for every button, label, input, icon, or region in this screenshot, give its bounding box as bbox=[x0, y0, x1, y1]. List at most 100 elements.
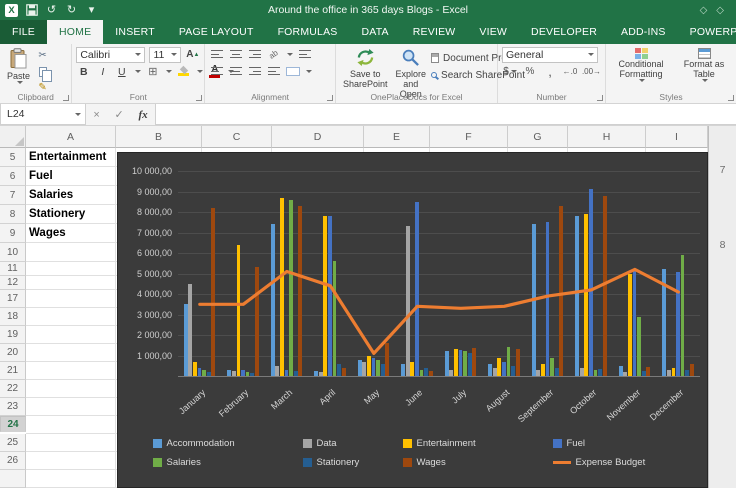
cell-A11[interactable] bbox=[26, 262, 116, 276]
styles-dialog-launcher[interactable] bbox=[728, 95, 734, 101]
align-center-button[interactable] bbox=[228, 64, 243, 79]
underline-button[interactable]: U bbox=[114, 64, 129, 79]
cell-A10[interactable] bbox=[26, 243, 116, 262]
bold-button[interactable]: B bbox=[76, 64, 91, 79]
tab-view[interactable]: VIEW bbox=[467, 20, 519, 44]
row-header-19[interactable]: 19 bbox=[0, 326, 26, 344]
row-header-6[interactable]: 6 bbox=[0, 167, 26, 186]
column-header-A[interactable]: A bbox=[26, 126, 116, 148]
row-header-23[interactable]: 23 bbox=[0, 398, 26, 416]
cell-A5[interactable]: Entertainment bbox=[26, 148, 116, 167]
redo-icon[interactable]: ↻ bbox=[65, 3, 78, 17]
cell-A17[interactable] bbox=[26, 290, 116, 308]
cell-A19[interactable] bbox=[26, 326, 116, 344]
number-dialog-launcher[interactable] bbox=[597, 95, 603, 101]
orientation-button[interactable]: ab bbox=[266, 47, 281, 62]
save-icon[interactable] bbox=[25, 3, 38, 17]
cut-button[interactable]: ✂ bbox=[35, 48, 50, 63]
number-format-select[interactable]: General bbox=[502, 46, 598, 63]
cancel-button[interactable]: × bbox=[93, 109, 99, 121]
conditional-formatting-button[interactable]: Conditional Formatting bbox=[610, 46, 672, 82]
align-right-button[interactable] bbox=[247, 64, 262, 79]
enter-button[interactable]: ✓ bbox=[115, 108, 124, 121]
formula-input[interactable] bbox=[156, 104, 736, 125]
currency-button[interactable]: $ bbox=[502, 64, 518, 79]
cell-A26[interactable] bbox=[26, 452, 116, 470]
column-header-G[interactable]: G bbox=[508, 126, 568, 148]
row-header-5[interactable]: 5 bbox=[0, 148, 26, 167]
cell-A9[interactable]: Wages bbox=[26, 224, 116, 243]
legend-item-entertainment[interactable]: Entertainment bbox=[402, 438, 553, 449]
chart[interactable]: 10 000,00 9 000,00 8 000,00 7 000,00 6 000,0… bbox=[117, 152, 708, 488]
tab-home[interactable]: HOME bbox=[46, 20, 104, 44]
expense-budget-line[interactable] bbox=[178, 168, 700, 379]
right-pane-row-header-8[interactable]: 8 bbox=[709, 239, 736, 251]
row-header-20[interactable]: 20 bbox=[0, 344, 26, 362]
qat-customize-icon[interactable]: ▾ bbox=[85, 3, 98, 17]
insert-function-button[interactable]: fx bbox=[138, 109, 147, 121]
row-header-17[interactable]: 17 bbox=[0, 290, 26, 308]
name-box[interactable]: L24 bbox=[0, 104, 86, 125]
column-header-D[interactable]: D bbox=[272, 126, 364, 148]
decrease-indent-button[interactable] bbox=[266, 64, 281, 79]
cell-A20[interactable] bbox=[26, 344, 116, 362]
increase-decimal-button[interactable]: ←.0 bbox=[562, 64, 578, 79]
tab-formulas[interactable]: FORMULAS bbox=[266, 20, 350, 44]
undo-icon[interactable]: ↺ bbox=[45, 3, 58, 17]
row-header-18[interactable]: 18 bbox=[0, 308, 26, 326]
legend-item-expense-budget[interactable]: Expense Budget bbox=[552, 457, 673, 468]
tab-review[interactable]: REVIEW bbox=[401, 20, 468, 44]
row-header-11[interactable]: 11 bbox=[0, 262, 26, 276]
legend-item-stationery[interactable]: Stationery bbox=[302, 457, 403, 468]
cell-A22[interactable] bbox=[26, 380, 116, 398]
row-header-7[interactable]: 7 bbox=[0, 186, 26, 205]
tab-powerpivot[interactable]: POWERPIVOT bbox=[678, 20, 736, 44]
column-header-E[interactable]: E bbox=[364, 126, 430, 148]
cell-A7[interactable]: Salaries bbox=[26, 186, 116, 205]
legend-item-fuel[interactable]: Fuel bbox=[552, 438, 673, 449]
row-header-8[interactable]: 8 bbox=[0, 205, 26, 224]
percent-button[interactable]: % bbox=[522, 64, 538, 79]
cell-A25[interactable] bbox=[26, 434, 116, 452]
select-all-corner[interactable] bbox=[0, 126, 26, 148]
legend-item-accommodation[interactable]: Accommodation bbox=[152, 438, 303, 449]
borders-button[interactable]: ⊞ bbox=[145, 64, 160, 79]
row-header-22[interactable]: 22 bbox=[0, 380, 26, 398]
cell-A18[interactable] bbox=[26, 308, 116, 326]
legend-item-wages[interactable]: Wages bbox=[402, 457, 553, 468]
tab-page-layout[interactable]: PAGE LAYOUT bbox=[167, 20, 266, 44]
cell-A8[interactable]: Stationery bbox=[26, 205, 116, 224]
wrap-text-button[interactable] bbox=[297, 47, 312, 62]
comma-style-button[interactable]: , bbox=[542, 64, 558, 79]
copy-button[interactable] bbox=[35, 64, 52, 82]
legend-item-salaries[interactable]: Salaries bbox=[152, 457, 303, 468]
column-header-B[interactable]: B bbox=[116, 126, 202, 148]
font-size-select[interactable]: 11 bbox=[149, 46, 182, 63]
tab-developer[interactable]: DEVELOPER bbox=[519, 20, 609, 44]
row-header-12[interactable]: 12 bbox=[0, 276, 26, 290]
cell-A-partial[interactable] bbox=[26, 470, 116, 488]
merge-center-button[interactable] bbox=[285, 64, 300, 79]
paste-button[interactable]: Paste bbox=[4, 46, 33, 95]
row-header-25[interactable]: 25 bbox=[0, 434, 26, 452]
column-header-I[interactable]: I bbox=[646, 126, 708, 148]
row-header-21[interactable]: 21 bbox=[0, 362, 26, 380]
tab-add-ins[interactable]: ADD-INS bbox=[609, 20, 678, 44]
alignment-dialog-launcher[interactable] bbox=[327, 95, 333, 101]
row-header-10[interactable]: 10 bbox=[0, 243, 26, 262]
column-header-F[interactable]: F bbox=[430, 126, 508, 148]
right-pane-row-header-7[interactable]: 7 bbox=[709, 164, 736, 176]
cell-A21[interactable] bbox=[26, 362, 116, 380]
excel-app-icon[interactable]: X bbox=[5, 3, 18, 17]
font-dialog-launcher[interactable] bbox=[196, 95, 203, 101]
column-header-C[interactable]: C bbox=[202, 126, 272, 148]
tab-file[interactable]: FILE bbox=[0, 20, 47, 44]
font-name-select[interactable]: Calibri bbox=[76, 46, 146, 63]
clipboard-dialog-launcher[interactable] bbox=[63, 95, 70, 101]
fill-color-button[interactable] bbox=[176, 64, 191, 79]
align-bottom-button[interactable] bbox=[247, 47, 262, 62]
format-as-table-button[interactable]: Format as Table bbox=[676, 46, 732, 82]
italic-button[interactable]: I bbox=[95, 64, 110, 79]
column-header-H[interactable]: H bbox=[568, 126, 646, 148]
cell-A6[interactable]: Fuel bbox=[26, 167, 116, 186]
